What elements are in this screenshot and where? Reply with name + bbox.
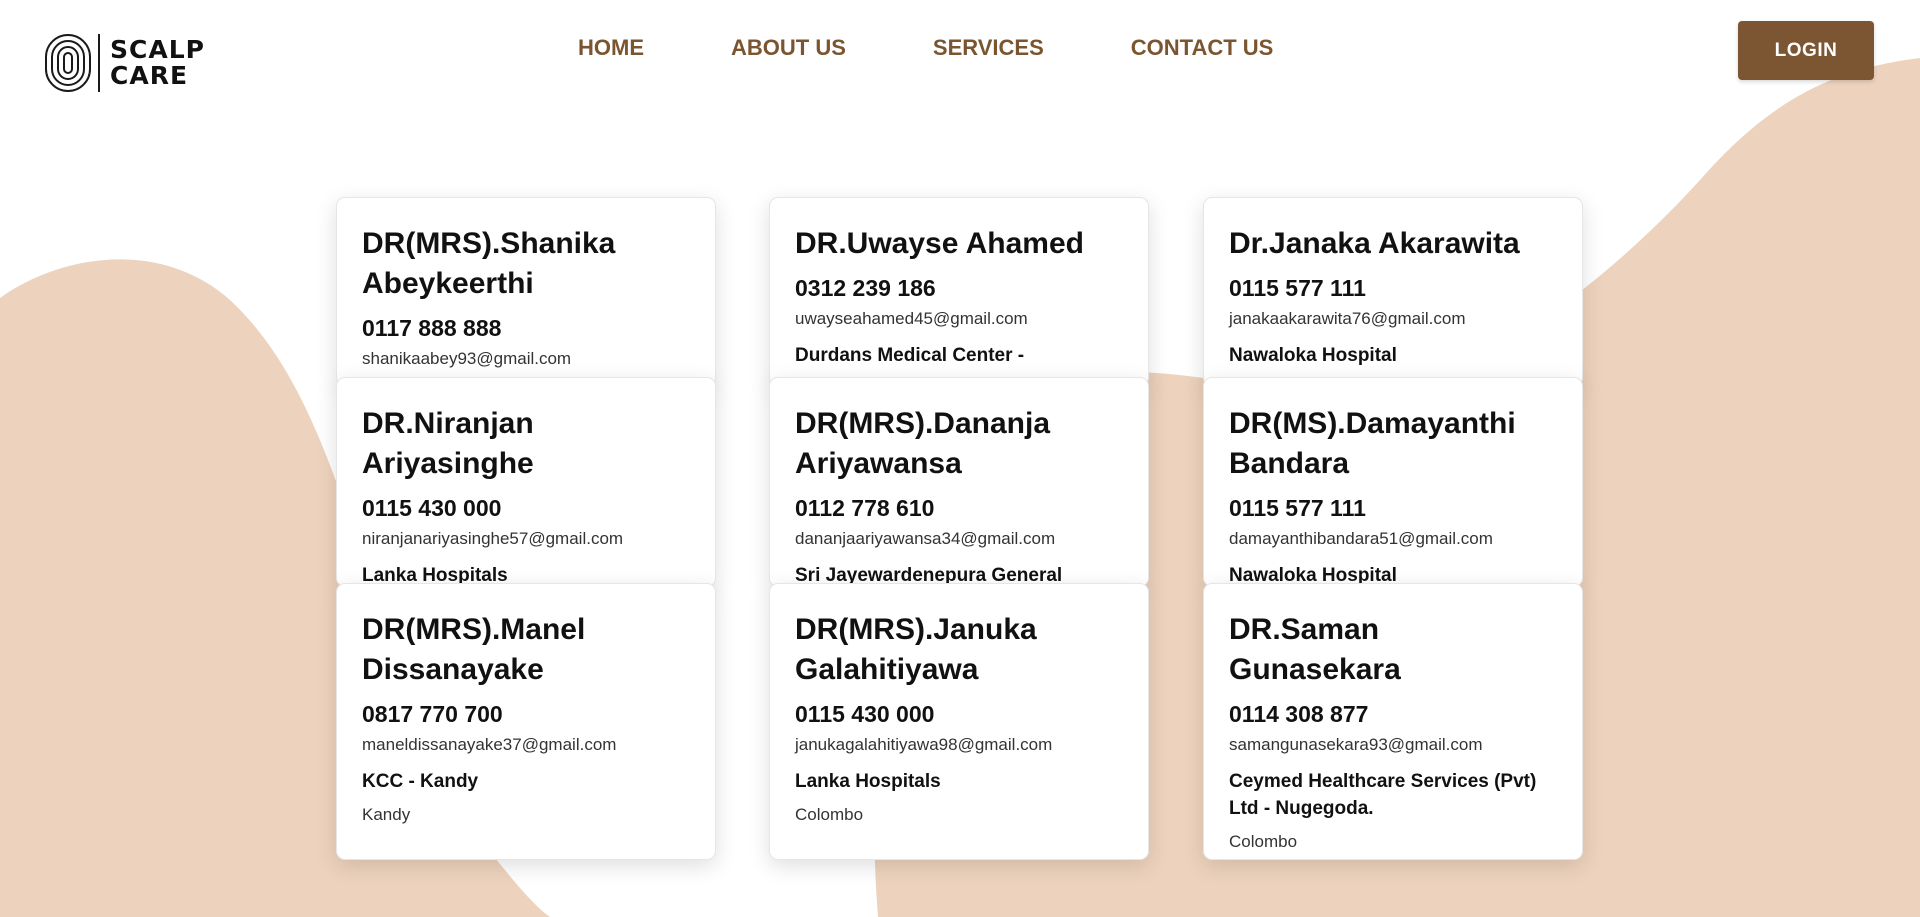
doctor-card[interactable]: DR(MS).Damayanthi Bandara 0115 577 111 d… (1203, 377, 1583, 587)
nav-about-us[interactable]: ABOUT US (731, 34, 846, 62)
logo-wordmark: SCALP CARE (110, 37, 205, 89)
doctor-email: niranjanariyasinghe57@gmail.com (362, 529, 624, 548)
doctor-name: DR(MRS).Manel Dissanayake (362, 613, 586, 686)
doctor-email: samangunasekara93@gmail.com (1229, 735, 1483, 754)
doctor-card[interactable]: DR.Uwayse Ahamed 0312 239 186 uwayseaham… (769, 197, 1149, 387)
doctor-hospital: Lanka Hospitals (795, 771, 941, 792)
nav-services[interactable]: SERVICES (933, 34, 1044, 62)
doctor-name: DR(MS).Damayanthi Bandara (1229, 407, 1516, 480)
doctor-city: Colombo (795, 805, 864, 824)
doctor-name: DR(MRS).Dananja Ariyawansa (795, 407, 1051, 480)
doctor-email: uwayseahamed45@gmail.com (795, 309, 1028, 328)
doctor-email: janukagalahitiyawa98@gmail.com (795, 735, 1053, 754)
doctor-name: DR(MRS).Januka Galahitiyawa (795, 613, 1037, 686)
doctor-card[interactable]: Dr.Janaka Akarawita 0115 577 111 janakaa… (1203, 197, 1583, 387)
doctor-phone: 0817 770 700 (362, 701, 503, 727)
doctor-phone: 0117 888 888 (362, 315, 502, 341)
doctor-email: dananjaariyawansa34@gmail.com (795, 529, 1056, 548)
logo-divider (98, 34, 100, 92)
doctor-card[interactable]: DR.Niranjan Ariyasinghe 0115 430 000 nir… (336, 377, 716, 587)
doctor-card[interactable]: DR(MRS).Manel Dissanayake 0817 770 700 m… (336, 583, 716, 860)
doctor-hospital: Durdans Medical Center - (795, 345, 1025, 366)
doctor-card[interactable]: DR(MRS).Dananja Ariyawansa 0112 778 610 … (769, 377, 1149, 587)
doctor-phone: 0115 577 111 (1229, 495, 1366, 521)
doctor-name: DR.Saman Gunasekara (1229, 613, 1401, 686)
doctor-name: DR(MRS).Shanika Abeykeerthi (362, 227, 616, 300)
logo[interactable]: SCALP CARE (44, 33, 214, 93)
logo-line-1: SCALP (110, 35, 205, 64)
nav-contact-us[interactable]: CONTACT US (1131, 34, 1274, 62)
doctor-card[interactable]: DR(MRS).Shanika Abeykeerthi 0117 888 888… (336, 197, 716, 387)
doctor-email: shanikaabey93@gmail.com (362, 349, 572, 368)
doctor-phone: 0115 430 000 (362, 495, 502, 521)
doctor-card[interactable]: DR(MRS).Januka Galahitiyawa 0115 430 000… (769, 583, 1149, 860)
logo-line-2: CARE (110, 61, 189, 90)
nav-home[interactable]: HOME (578, 34, 644, 62)
doctor-card[interactable]: DR.Saman Gunasekara 0114 308 877 samangu… (1203, 583, 1583, 860)
doctor-city: Colombo (1229, 832, 1298, 851)
site-header: SCALP CARE HOME ABOUT US SERVICES CONTAC… (0, 0, 1920, 100)
doctor-name: Dr.Janaka Akarawita (1229, 227, 1520, 260)
doctor-name: DR.Uwayse Ahamed (795, 227, 1084, 260)
doctor-email: maneldissanayake37@gmail.com (362, 735, 617, 754)
doctor-name: DR.Niranjan Ariyasinghe (362, 407, 534, 480)
main-nav: HOME ABOUT US SERVICES CONTACT US (578, 34, 1273, 62)
doctor-phone: 0115 577 111 (1229, 275, 1366, 301)
doctor-email: janakaakarawita76@gmail.com (1229, 309, 1466, 328)
doctor-phone: 0112 778 610 (795, 495, 935, 521)
doctor-email: damayanthibandara51@gmail.com (1229, 529, 1493, 548)
doctor-phone: 0114 308 877 (1229, 701, 1369, 727)
fingerprint-logo-icon (45, 34, 91, 92)
login-button[interactable]: LOGIN (1738, 21, 1874, 80)
doctor-phone: 0312 239 186 (795, 275, 936, 301)
doctor-hospital: KCC - Kandy (362, 771, 479, 792)
doctor-city: Kandy (362, 805, 411, 824)
doctor-hospital: Nawaloka Hospital (1229, 345, 1397, 366)
doctor-phone: 0115 430 000 (795, 701, 935, 727)
doctor-hospital: Ceymed Healthcare Services (Pvt) Ltd - N… (1229, 771, 1537, 819)
